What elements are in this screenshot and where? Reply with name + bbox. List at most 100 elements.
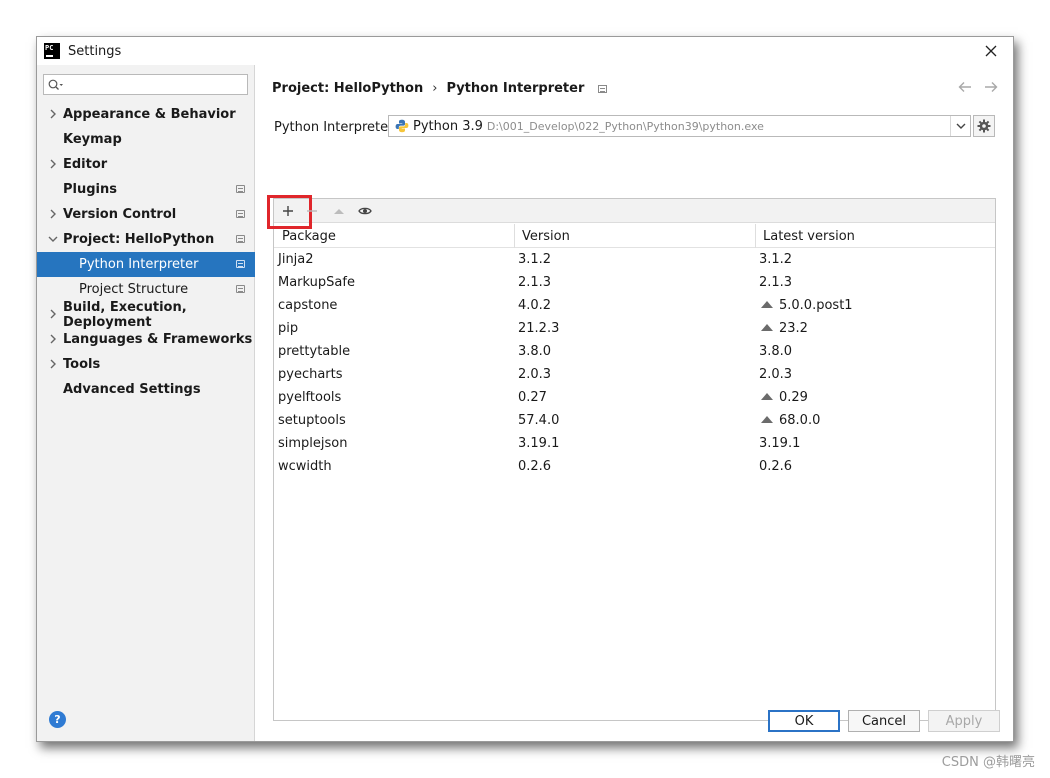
project-scope-icon — [598, 84, 608, 93]
chevron-down-icon — [956, 123, 965, 129]
window-title: Settings — [68, 43, 122, 59]
table-row[interactable]: MarkupSafe 2.1.3 2.1.3 — [274, 272, 995, 295]
package-name: pyelftools — [278, 390, 342, 405]
breadcrumb-parent[interactable]: Project: HelloPython — [272, 81, 423, 96]
interpreter-name: Python 3.9 — [413, 118, 483, 134]
interpreter-select[interactable]: Python 3.9 D:\001_Develop\022_Python\Pyt… — [388, 115, 971, 137]
python-logo-icon — [395, 119, 409, 133]
sidebar-item-version-control[interactable]: Version Control — [37, 202, 255, 227]
package-version: 3.19.1 — [518, 436, 560, 451]
package-latest: 0.29 — [779, 390, 808, 405]
settings-dialog: PC Settings Appearance & Behavior Keymap — [36, 36, 1014, 742]
package-latest: 3.19.1 — [759, 436, 801, 451]
sidebar-item-plugins[interactable]: Plugins — [37, 177, 255, 202]
apply-button[interactable]: Apply — [928, 710, 1000, 732]
show-early-releases-button[interactable] — [355, 201, 375, 221]
table-row[interactable]: Jinja2 3.1.2 3.1.2 — [274, 249, 995, 272]
sidebar-item-build-execution-deployment[interactable]: Build, Execution, Deployment — [37, 299, 255, 330]
column-divider[interactable] — [514, 224, 515, 248]
gear-icon — [977, 119, 991, 133]
package-version: 4.0.2 — [518, 298, 552, 313]
settings-sidebar: Appearance & Behavior Keymap Editor Plug… — [37, 65, 255, 741]
column-divider[interactable] — [755, 224, 756, 248]
package-latest-cell: 5.0.0.post1 — [761, 298, 853, 313]
back-button[interactable] — [957, 79, 973, 95]
column-header-package[interactable]: Package — [282, 229, 336, 244]
ok-button[interactable]: OK — [768, 710, 840, 732]
package-version: 0.27 — [518, 390, 547, 405]
sidebar-item-label: Languages & Frameworks — [63, 332, 253, 347]
table-header: Package Version Latest version — [274, 224, 995, 248]
table-row[interactable]: pyecharts 2.0.3 2.0.3 — [274, 364, 995, 387]
packages-table-body: Jinja2 3.1.2 3.1.2 MarkupSafe 2.1.3 2.1.… — [274, 249, 995, 479]
interpreter-path: D:\001_Develop\022_Python\Python39\pytho… — [486, 119, 764, 133]
sidebar-item-label: Build, Execution, Deployment — [63, 299, 187, 330]
package-latest: 3.8.0 — [759, 344, 793, 359]
chevron-right-icon — [50, 334, 56, 344]
interpreter-settings-button[interactable] — [973, 115, 995, 137]
sidebar-item-label: Keymap — [63, 132, 122, 147]
project-scope-icon — [236, 260, 245, 268]
sidebar-item-advanced-settings[interactable]: Advanced Settings — [37, 377, 255, 402]
upgrade-available-icon — [761, 301, 773, 308]
sidebar-item-project-structure[interactable]: Project Structure — [37, 277, 255, 302]
table-row[interactable]: pyelftools 0.27 0.29 — [274, 387, 995, 410]
package-latest: 23.2 — [779, 321, 808, 336]
package-latest: 3.1.2 — [759, 252, 793, 267]
sidebar-item-label: Tools — [63, 357, 101, 372]
table-row[interactable]: simplejson 3.19.1 3.19.1 — [274, 433, 995, 456]
sidebar-item-editor[interactable]: Editor — [37, 152, 255, 177]
package-version: 57.4.0 — [518, 413, 560, 428]
upgrade-available-icon — [761, 324, 773, 331]
package-version: 3.1.2 — [518, 252, 552, 267]
package-latest-cell: 68.0.0 — [761, 413, 820, 428]
sidebar-item-label: Plugins — [63, 182, 117, 197]
table-row[interactable]: wcwidth 0.2.6 0.2.6 — [274, 456, 995, 479]
column-header-latest-version[interactable]: Latest version — [763, 229, 855, 244]
history-navigation — [957, 79, 999, 95]
sidebar-item-python-interpreter[interactable]: Python Interpreter — [37, 252, 255, 277]
table-row[interactable]: capstone 4.0.2 5.0.0.post1 — [274, 295, 995, 318]
package-name: pip — [278, 321, 299, 336]
column-header-version[interactable]: Version — [522, 229, 570, 244]
chevron-down-icon — [48, 236, 58, 242]
sidebar-item-languages-frameworks[interactable]: Languages & Frameworks — [37, 327, 255, 352]
package-name: Jinja2 — [278, 252, 314, 267]
close-button[interactable] — [981, 41, 1001, 61]
chevron-right-icon — [50, 159, 56, 169]
package-latest: 0.2.6 — [759, 459, 793, 474]
upgrade-available-icon — [761, 393, 773, 400]
package-name: simplejson — [278, 436, 348, 451]
sidebar-item-project[interactable]: Project: HelloPython — [37, 227, 255, 252]
upgrade-package-button[interactable] — [329, 201, 349, 221]
sidebar-item-appearance-behavior[interactable]: Appearance & Behavior — [37, 102, 255, 127]
install-package-button[interactable] — [267, 195, 312, 229]
sidebar-item-tools[interactable]: Tools — [37, 352, 255, 377]
cancel-button[interactable]: Cancel — [848, 710, 920, 732]
package-latest-cell: 23.2 — [761, 321, 808, 336]
forward-button[interactable] — [983, 79, 999, 95]
chevron-right-icon — [50, 109, 56, 119]
package-latest-cell: 0.29 — [761, 390, 808, 405]
package-latest: 5.0.0.post1 — [779, 298, 853, 313]
uninstall-package-button[interactable] — [302, 201, 322, 221]
sidebar-item-keymap[interactable]: Keymap — [37, 127, 255, 152]
search-input[interactable] — [43, 74, 248, 95]
package-latest: 2.1.3 — [759, 275, 793, 290]
help-button[interactable]: ? — [49, 711, 66, 728]
arrow-right-icon — [985, 82, 998, 92]
table-row[interactable]: prettytable 3.8.0 3.8.0 — [274, 341, 995, 364]
sidebar-item-label: Python Interpreter — [79, 257, 199, 272]
sidebar-item-label: Project Structure — [79, 282, 189, 297]
package-name: prettytable — [278, 344, 351, 359]
breadcrumb-separator: › — [432, 81, 438, 96]
project-scope-icon — [236, 285, 245, 293]
triangle-up-icon — [334, 209, 344, 214]
table-row[interactable]: setuptools 57.4.0 68.0.0 — [274, 410, 995, 433]
table-row[interactable]: pip 21.2.3 23.2 — [274, 318, 995, 341]
arrow-left-icon — [958, 82, 971, 92]
sidebar-item-label: Appearance & Behavior — [63, 107, 236, 122]
package-version: 3.8.0 — [518, 344, 552, 359]
dropdown-button[interactable] — [950, 116, 970, 136]
chevron-right-icon — [50, 359, 56, 369]
